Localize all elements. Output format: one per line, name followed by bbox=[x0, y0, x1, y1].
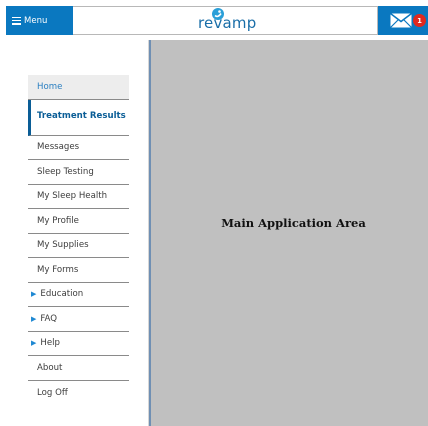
sidebar-item-log-off[interactable]: Log Off bbox=[28, 381, 129, 406]
sidebar-item-my-profile[interactable]: My Profile bbox=[28, 209, 129, 234]
logo-bar: revamp bbox=[73, 6, 378, 35]
sidebar-item-label: Messages bbox=[37, 142, 80, 153]
sidebar-item-label: Home bbox=[37, 81, 63, 92]
sidebar-item-label: About bbox=[37, 362, 63, 373]
triangle-right-icon: ▶ bbox=[31, 314, 37, 323]
sidebar-item-help[interactable]: ▶ Help bbox=[28, 332, 129, 356]
unread-count-badge: 1 bbox=[413, 14, 426, 27]
envelope-icon bbox=[390, 13, 412, 28]
sidebar: Home Treatment Results Messages Sleep Te… bbox=[0, 40, 149, 426]
messages-button[interactable]: 1 bbox=[378, 6, 428, 35]
sidebar-item-label: Help bbox=[40, 338, 60, 349]
menu-label: Menu bbox=[24, 15, 48, 26]
sidebar-item-label: My Profile bbox=[37, 215, 79, 226]
sidebar-item-my-forms[interactable]: My Forms bbox=[28, 258, 129, 283]
sidebar-item-education[interactable]: ▶ Education bbox=[28, 283, 129, 307]
sidebar-item-label: FAQ bbox=[40, 313, 58, 324]
sidebar-nav: Home Treatment Results Messages Sleep Te… bbox=[28, 75, 129, 405]
sidebar-item-label: Treatment Results bbox=[37, 111, 126, 122]
sidebar-item-label: My Forms bbox=[37, 264, 79, 275]
sidebar-item-label: Log Off bbox=[37, 387, 68, 398]
sidebar-item-label: My Sleep Health bbox=[37, 191, 108, 202]
triangle-right-icon: ▶ bbox=[31, 339, 37, 348]
sidebar-item-home[interactable]: Home bbox=[28, 75, 129, 100]
sidebar-item-treatment-results[interactable]: Treatment Results bbox=[28, 99, 129, 136]
menu-button[interactable]: Menu bbox=[6, 6, 73, 35]
sidebar-item-label: Education bbox=[40, 289, 84, 300]
sidebar-item-my-supplies[interactable]: My Supplies bbox=[28, 234, 129, 258]
app-header: Menu revamp 1 bbox=[0, 0, 428, 40]
sidebar-item-messages[interactable]: Messages bbox=[28, 136, 129, 160]
triangle-right-icon: ▶ bbox=[31, 290, 37, 299]
sidebar-item-faq[interactable]: ▶ FAQ bbox=[28, 307, 129, 332]
sidebar-item-sleep-testing[interactable]: Sleep Testing bbox=[28, 160, 129, 185]
sidebar-item-my-sleep-health[interactable]: My Sleep Health bbox=[28, 185, 129, 209]
logo-text: revamp bbox=[198, 14, 257, 32]
hamburger-icon bbox=[12, 16, 21, 25]
revamp-logo[interactable]: revamp bbox=[185, 6, 265, 35]
sidebar-item-label: Sleep Testing bbox=[37, 166, 94, 177]
main-application-area: Main Application Area bbox=[149, 40, 428, 426]
sidebar-item-label: My Supplies bbox=[37, 240, 89, 251]
sidebar-item-about[interactable]: About bbox=[28, 356, 129, 381]
main-area-title: Main Application Area bbox=[221, 216, 366, 230]
